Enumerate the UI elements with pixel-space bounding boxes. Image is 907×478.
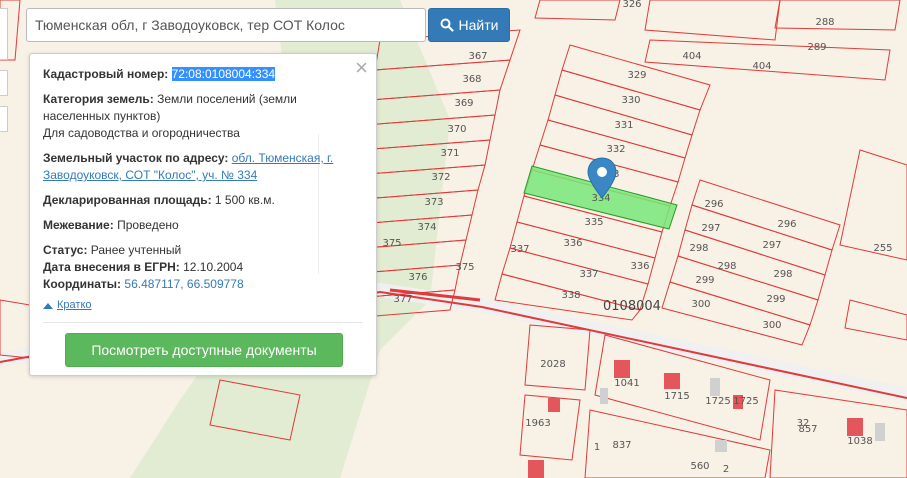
plot-number[interactable]: 326 (622, 0, 641, 10)
plot-number[interactable]: 1725 (705, 396, 730, 407)
plot-number[interactable]: 289 (807, 42, 826, 53)
tool-control[interactable] (0, 106, 8, 132)
plot-number[interactable]: 288 (815, 17, 834, 28)
status-label: Статус: (43, 243, 88, 257)
plot-number[interactable]: 299 (766, 294, 785, 305)
plot-number[interactable]: 377 (393, 294, 412, 305)
search-button[interactable]: Найти (428, 8, 510, 42)
plot-number[interactable]: 300 (691, 299, 710, 310)
plot-number[interactable]: 338 (561, 290, 580, 301)
plot-number[interactable]: 837 (612, 440, 631, 451)
plot-number[interactable]: 1963 (525, 418, 550, 429)
plot-number[interactable]: 297 (762, 240, 781, 251)
plot-number[interactable]: 1041 (614, 378, 639, 389)
divider (43, 322, 363, 323)
plot-number[interactable]: 300 (762, 320, 781, 331)
search-bar (26, 8, 426, 42)
search-icon (440, 18, 454, 32)
plot-number[interactable]: 371 (440, 148, 459, 159)
cadastral-label: Кадастровый номер: (43, 67, 169, 81)
plot-number[interactable]: 374 (417, 222, 436, 233)
plot-number[interactable]: 255 (873, 243, 892, 254)
plot-number[interactable]: 336 (630, 261, 649, 272)
plot-number[interactable]: 1038 (847, 436, 872, 447)
plot-number[interactable]: 298 (717, 261, 736, 272)
plot-number[interactable]: 404 (752, 61, 771, 72)
plot-number[interactable]: 297 (701, 223, 720, 234)
plot-number[interactable]: 337 (510, 244, 529, 255)
plot-number[interactable]: 331 (614, 120, 633, 131)
plot-number[interactable]: 375 (382, 238, 401, 249)
layer-control[interactable] (0, 70, 8, 96)
plot-number[interactable]: 857 (798, 424, 817, 435)
search-input[interactable] (26, 8, 426, 42)
search-button-label: Найти (458, 17, 499, 33)
plot-number[interactable]: 332 (606, 144, 625, 155)
plot-number[interactable]: 2028 (540, 359, 565, 370)
plot-number[interactable]: 372 (431, 172, 450, 183)
egrn-label: Дата внесения в ЕГРН: (43, 260, 180, 274)
plot-number[interactable]: 373 (424, 197, 443, 208)
area-value: 1 500 кв.м. (214, 193, 275, 207)
plot-number[interactable]: 1 (594, 442, 600, 453)
plot-number[interactable]: 330 (621, 95, 640, 106)
plot-number[interactable]: 560 (690, 461, 709, 472)
address-label: Земельный участок по адресу: (43, 151, 229, 165)
plot-number[interactable]: 298 (773, 269, 792, 280)
block-number: 0108004 (603, 299, 661, 314)
zoom-control[interactable] (0, 8, 8, 60)
egrn-value: 12.10.2004 (183, 260, 244, 274)
plot-number[interactable]: 329 (627, 70, 646, 81)
area-label: Декларированная площадь: (43, 193, 212, 207)
plot-number[interactable]: 1725 (733, 396, 758, 407)
plot-number[interactable]: 404 (682, 51, 701, 62)
plot-number[interactable]: 335 (584, 217, 603, 228)
status-value: Ранее учтенный (90, 243, 182, 257)
plot-number[interactable]: 296 (777, 219, 796, 230)
plot-number[interactable]: 367 (468, 51, 487, 62)
plot-number[interactable]: 2 (723, 464, 729, 475)
plot-number[interactable]: 1715 (664, 391, 689, 402)
info-panel: × Кадастровый номер: 72:08:0108004:334 К… (29, 53, 377, 376)
plot-number[interactable]: 376 (408, 272, 427, 283)
plot-number[interactable]: 296 (704, 199, 723, 210)
plot-number[interactable]: 298 (689, 243, 708, 254)
survey-label: Межевание: (43, 218, 114, 232)
usage-value: Для садоводства и огородничества (43, 126, 240, 140)
category-label: Категория земель: (43, 92, 154, 106)
plot-number[interactable]: 369 (454, 98, 473, 109)
chevron-up-icon (43, 302, 53, 309)
plot-number[interactable]: 337 (579, 269, 598, 280)
plot-number[interactable]: 375 (455, 262, 474, 273)
brief-toggle[interactable]: Кратко (43, 297, 363, 314)
coords-label: Координаты: (43, 277, 122, 291)
brief-label: Кратко (57, 299, 92, 311)
coords-value[interactable]: 56.487117, 66.509778 (124, 277, 243, 291)
view-documents-button[interactable]: Посмотреть доступные документы (65, 333, 343, 367)
plot-number[interactable]: 368 (462, 74, 481, 85)
plot-number[interactable]: 370 (447, 124, 466, 135)
plot-number[interactable]: 336 (563, 238, 582, 249)
plot-number[interactable]: 299 (695, 275, 714, 286)
survey-value: Проведено (117, 218, 179, 232)
cadastral-value[interactable]: 72:08:0108004:334 (171, 67, 276, 81)
